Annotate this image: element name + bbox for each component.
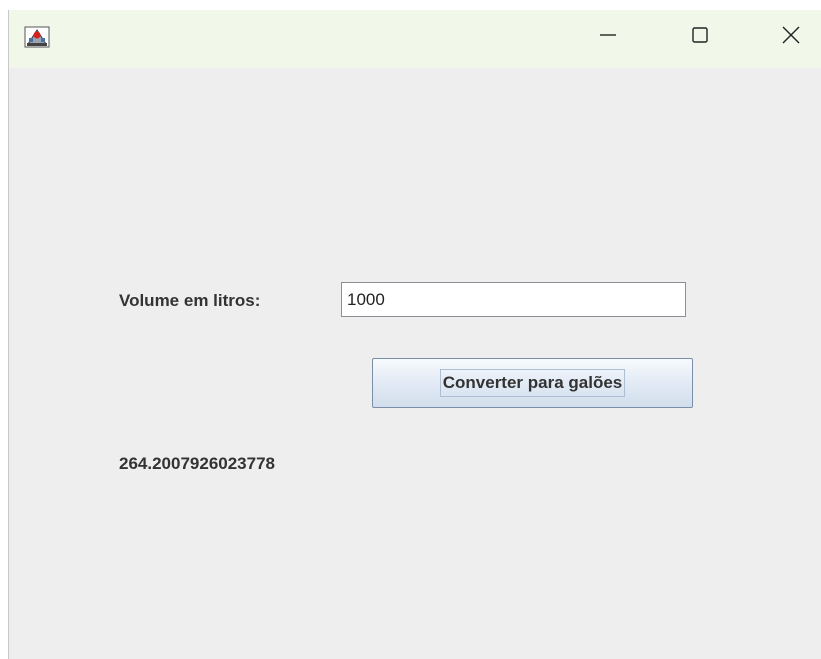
maximize-icon: [690, 25, 710, 45]
minimize-icon: [598, 25, 618, 45]
volume-label: Volume em litros:: [119, 291, 261, 310]
close-button[interactable]: [762, 10, 820, 60]
app-window: Volume em litros: Converter para galões …: [8, 10, 821, 659]
content-pane: Volume em litros: Converter para galões …: [9, 68, 821, 659]
minimize-button[interactable]: [579, 10, 637, 60]
close-icon: [781, 25, 801, 45]
result-label: 264.2007926023778: [119, 454, 275, 473]
java-app-icon[interactable]: [24, 24, 50, 50]
convert-button-label: Converter para galões: [439, 369, 626, 397]
title-bar[interactable]: [9, 10, 821, 68]
convert-button[interactable]: Converter para galões: [372, 358, 693, 408]
maximize-button[interactable]: [671, 10, 729, 60]
volume-input[interactable]: [341, 282, 686, 317]
